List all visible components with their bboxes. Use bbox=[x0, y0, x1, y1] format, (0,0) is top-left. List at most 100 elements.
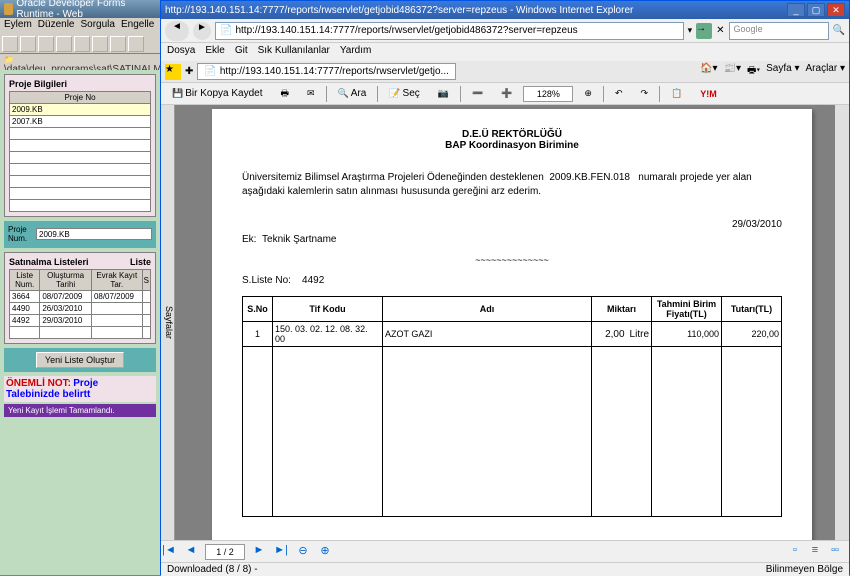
scrollbar-vertical[interactable] bbox=[835, 105, 849, 540]
tab-icon: 📄 bbox=[204, 66, 216, 77]
proje-bilgileri-panel: Proje Bilgileri Proje No 2009.KB 2007.KB bbox=[4, 74, 156, 217]
proje-row[interactable]: 2007.KB bbox=[10, 116, 151, 128]
minimize-button[interactable]: _ bbox=[787, 3, 805, 17]
tb-btn-5[interactable] bbox=[74, 36, 90, 52]
doc-h1: D.E.Ü REKTÖRLÜĞÜ bbox=[242, 129, 782, 140]
first-page-button[interactable]: |◄ bbox=[161, 544, 177, 560]
page-icon: 📄 bbox=[220, 25, 232, 36]
doc-signature: ~~~~~~~~~~~~~~ bbox=[242, 255, 782, 265]
menu-sorgula[interactable]: Sorgula bbox=[81, 19, 115, 33]
fit-button[interactable]: ⊕ bbox=[577, 85, 599, 103]
view-facing-button[interactable]: ▫▫ bbox=[827, 544, 843, 560]
list-h2: Oluşturma Tarihi bbox=[40, 270, 92, 291]
feed-icon[interactable]: 📰▾ bbox=[724, 63, 741, 80]
satinalma-panel: Satınalma Listeleri Liste Liste Num. Olu… bbox=[4, 252, 156, 344]
list-h1: Liste Num. bbox=[10, 270, 40, 291]
tb-btn-1[interactable] bbox=[2, 36, 18, 52]
proje-row[interactable] bbox=[10, 188, 151, 200]
proje-num-input[interactable] bbox=[36, 228, 152, 240]
tb-btn-6[interactable] bbox=[92, 36, 108, 52]
list-grid: Liste Num. Oluşturma Tarihi Evrak Kayıt … bbox=[9, 269, 151, 339]
add-fav-icon[interactable]: ✚ bbox=[185, 66, 193, 77]
status-left: Downloaded (8 / 8) - bbox=[167, 564, 258, 575]
maximize-button[interactable]: ▢ bbox=[807, 3, 825, 17]
tb-btn-7[interactable] bbox=[110, 36, 126, 52]
proje-row[interactable] bbox=[10, 176, 151, 188]
nav-plus-button[interactable]: ⊕ bbox=[317, 544, 333, 560]
menu-dosya[interactable]: Dosya bbox=[167, 45, 195, 59]
yeni-liste-button[interactable]: Yeni Liste Oluştur bbox=[36, 352, 124, 368]
menu-yardim[interactable]: Yardım bbox=[340, 45, 372, 59]
menu-engelle[interactable]: Engelle bbox=[121, 19, 154, 33]
tab-text: http://193.140.151.14:7777/reports/rwser… bbox=[220, 66, 449, 77]
side-tab-pages[interactable]: Sayfalar bbox=[161, 105, 175, 540]
multiply-icon[interactable]: ✕ bbox=[716, 25, 724, 36]
tb-btn-3[interactable] bbox=[38, 36, 54, 52]
close-button[interactable]: ✕ bbox=[827, 3, 845, 17]
favorites-icon[interactable]: ★ bbox=[165, 64, 181, 80]
back-button[interactable]: ◄ bbox=[165, 21, 189, 41]
oracle-menubar[interactable]: Eylem Düzenle Sorgula Engelle Kayıt Alan bbox=[0, 18, 160, 34]
next-page-button[interactable]: ► bbox=[251, 544, 267, 560]
th-adi: Adı bbox=[383, 297, 592, 322]
snapshot-button[interactable]: 📷 bbox=[431, 85, 456, 103]
print-icon[interactable]: 🖶▾ bbox=[747, 63, 760, 80]
rotate-ccw-button[interactable]: ↶ bbox=[608, 85, 630, 103]
proje-row[interactable] bbox=[10, 164, 151, 176]
print-button[interactable]: 🖶 bbox=[273, 85, 296, 103]
doc-body: Üniversitemiz Bilimsel Araştırma Projele… bbox=[242, 171, 782, 199]
menu-git[interactable]: Git bbox=[235, 45, 248, 59]
url-input[interactable]: 📄 http://193.140.151.14:7777/reports/rws… bbox=[215, 22, 684, 40]
browser-tab[interactable]: 📄 http://193.140.151.14:7777/reports/rws… bbox=[197, 63, 456, 80]
help-button[interactable]: 📋 bbox=[664, 85, 689, 103]
view-single-button[interactable]: ▫ bbox=[787, 544, 803, 560]
proje-row[interactable] bbox=[10, 128, 151, 140]
tb-btn-4[interactable] bbox=[56, 36, 72, 52]
th-tutar: Tutarı(TL) bbox=[722, 297, 782, 322]
tools-menu[interactable]: Araçlar ▾ bbox=[806, 63, 845, 80]
last-page-button[interactable]: ►| bbox=[273, 544, 289, 560]
page-menu[interactable]: Sayfa ▾ bbox=[766, 63, 799, 80]
list-title2: Liste bbox=[130, 257, 151, 267]
forward-button[interactable]: ► bbox=[193, 22, 211, 40]
list-row[interactable]: 449026/03/2010 bbox=[10, 303, 151, 315]
yim-button[interactable]: Y!M bbox=[693, 85, 724, 103]
tb-btn-8[interactable] bbox=[128, 36, 144, 52]
zoom-in-button[interactable]: ➕ bbox=[494, 85, 519, 103]
list-row[interactable]: 366408/07/200908/07/2009 bbox=[10, 291, 151, 303]
report-toolbar: 💾Bir Kopya Kaydet 🖶 ✉ 🔍Ara 📝Seç 📷 ➖ ➕ ⊕ … bbox=[161, 83, 849, 105]
menu-ekle[interactable]: Ekle bbox=[205, 45, 224, 59]
btn-panel: Yeni Liste Oluştur bbox=[4, 348, 156, 372]
ie-status-bar: Downloaded (8 / 8) - Bilinmeyen Bölge bbox=[161, 562, 849, 576]
search-icon[interactable]: 🔍 bbox=[833, 25, 845, 36]
save-copy-button[interactable]: 💾Bir Kopya Kaydet bbox=[165, 85, 269, 103]
rotate-cw-button[interactable]: ↷ bbox=[634, 85, 656, 103]
menu-sik[interactable]: Sık Kullanılanlar bbox=[258, 45, 330, 59]
proje-row[interactable] bbox=[10, 140, 151, 152]
nav-minus-button[interactable]: ⊖ bbox=[295, 544, 311, 560]
oracle-path-bar: 📁\data\deu_programs\sat\SATINALMA_TALEP.… bbox=[0, 54, 160, 70]
table-row: 1 150. 03. 02. 12. 08. 32. 00 AZOT GAZI … bbox=[243, 322, 782, 347]
email-button[interactable]: ✉ bbox=[300, 85, 322, 103]
tb-btn-2[interactable] bbox=[20, 36, 36, 52]
list-row[interactable] bbox=[10, 327, 151, 339]
view-cont-button[interactable]: ≡ bbox=[807, 544, 823, 560]
zoom-out-button[interactable]: ➖ bbox=[465, 85, 490, 103]
prev-page-button[interactable]: ◄ bbox=[183, 544, 199, 560]
zoom-input[interactable] bbox=[523, 86, 573, 102]
th-miktar: Miktarı bbox=[592, 297, 652, 322]
list-row[interactable]: 449229/03/2010 bbox=[10, 315, 151, 327]
home-icon[interactable]: 🏠▾ bbox=[700, 63, 717, 80]
menu-eylem[interactable]: Eylem bbox=[4, 19, 32, 33]
search-input[interactable]: Google bbox=[729, 22, 829, 40]
select-button[interactable]: 📝Seç bbox=[382, 85, 426, 103]
report-nav: |◄ ◄ ► ►| ⊖ ⊕ ▫ ≡ ▫▫ bbox=[161, 540, 849, 562]
proje-row[interactable]: 2009.KB bbox=[10, 104, 151, 116]
proje-row[interactable] bbox=[10, 200, 151, 212]
go-button[interactable]: → bbox=[696, 23, 712, 39]
proje-row[interactable] bbox=[10, 152, 151, 164]
ie-menubar[interactable]: Dosya Ekle Git Sık Kullanılanlar Yardım bbox=[161, 43, 849, 61]
find-button[interactable]: 🔍Ara bbox=[331, 85, 374, 103]
page-input[interactable] bbox=[205, 544, 245, 560]
menu-duzenle[interactable]: Düzenle bbox=[38, 19, 75, 33]
